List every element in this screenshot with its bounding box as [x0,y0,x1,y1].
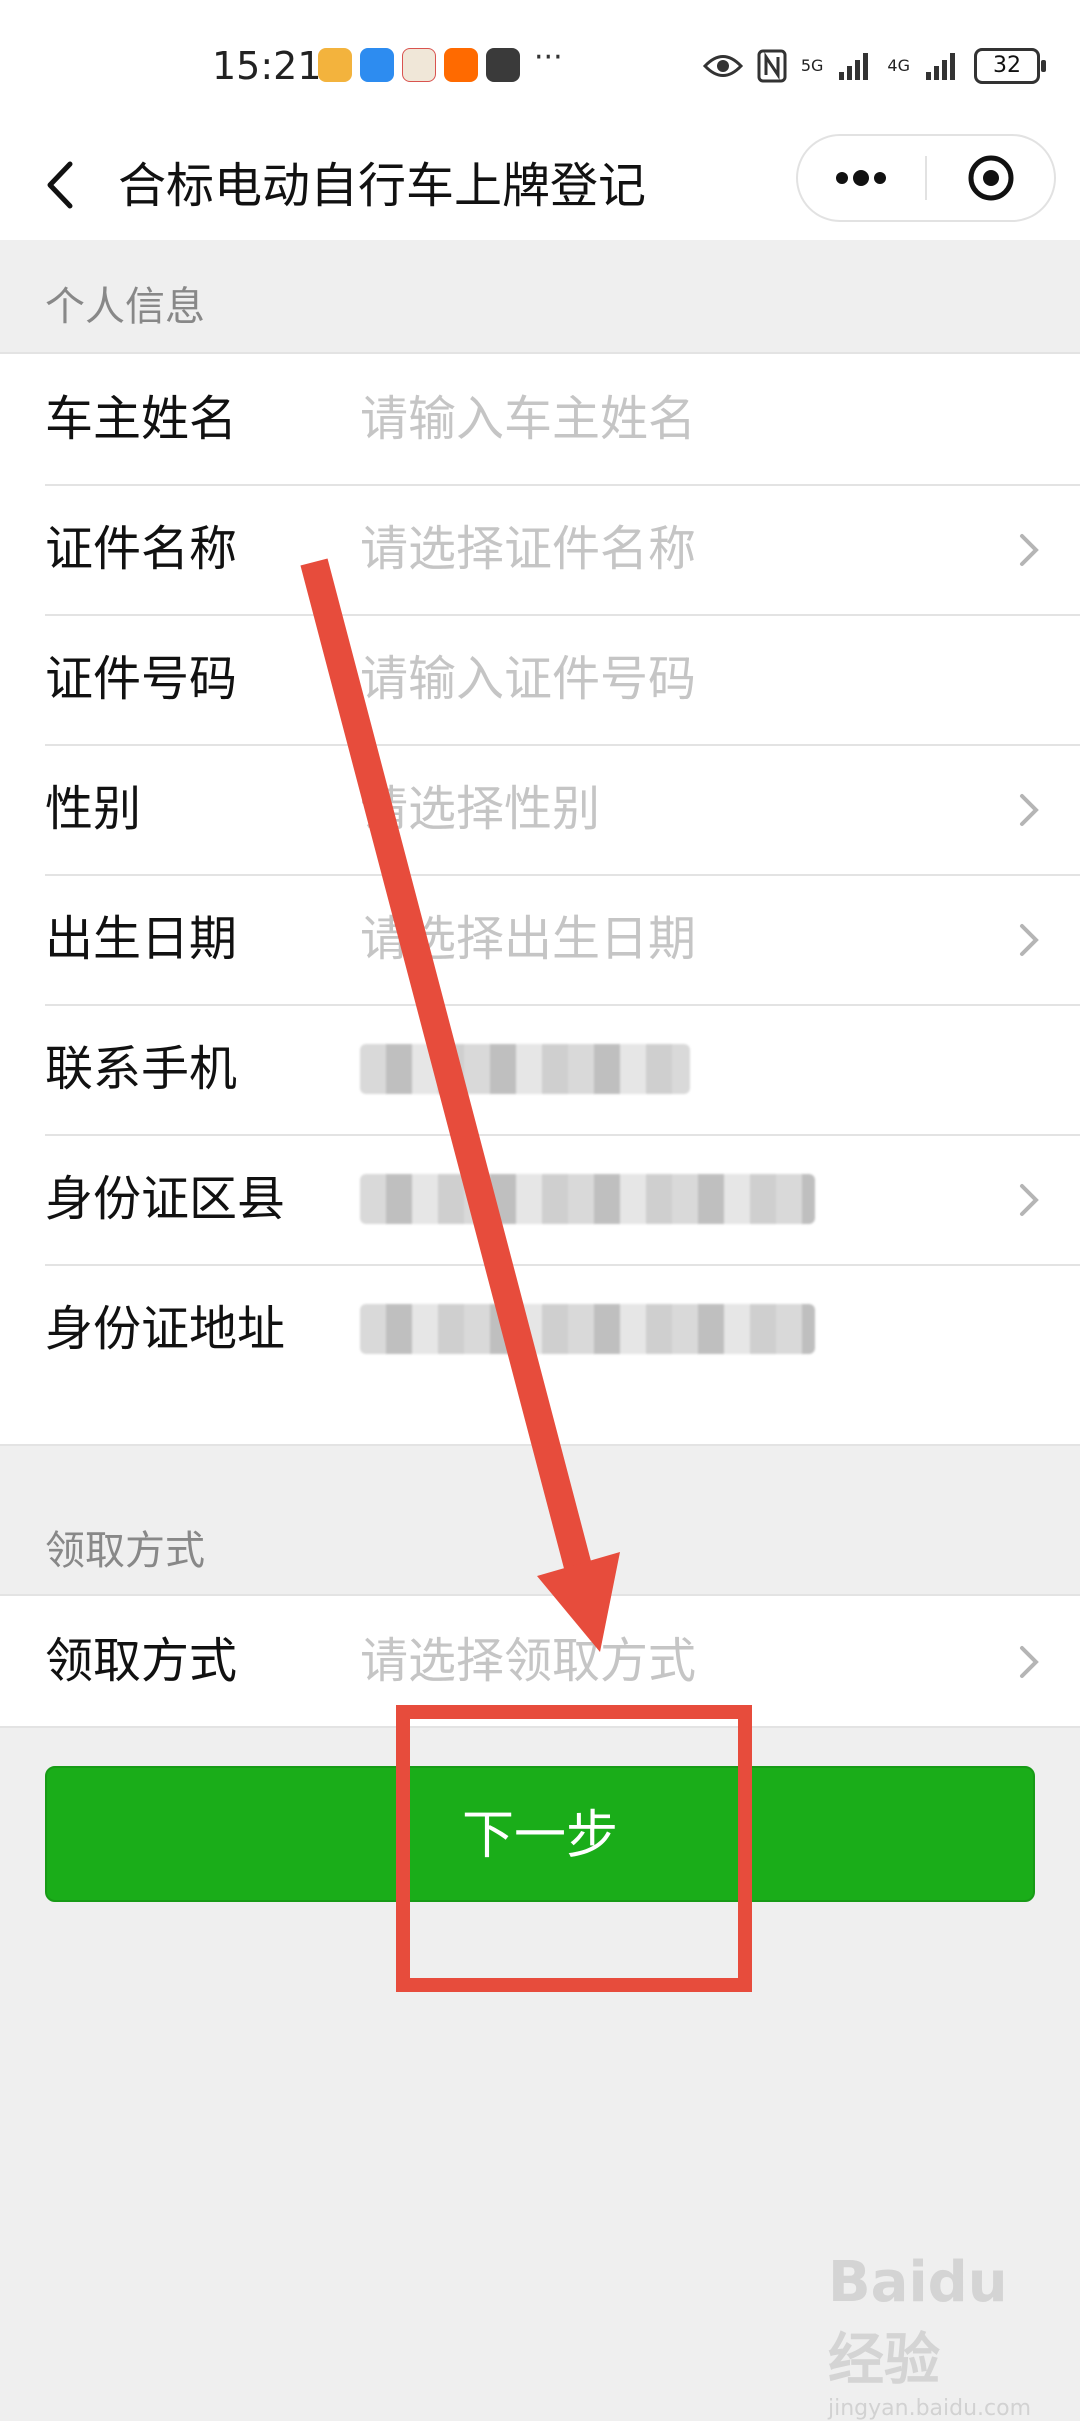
form-row-id-number[interactable]: 证件号码 请输入证件号码 [0,614,1080,744]
form-row-id-district[interactable]: 身份证区县 [0,1134,1080,1264]
row-label: 身份证地址 [45,1301,286,1357]
chevron-right-icon [1020,534,1039,566]
row-label: 车主姓名 [45,391,238,447]
page-title: 合标电动自行车上牌登记 [118,158,647,214]
back-button[interactable] [40,152,100,218]
form-row-gender[interactable]: 性别 请选择性别 [0,744,1080,874]
app-icon [402,48,436,82]
chevron-right-icon [1020,924,1039,956]
form-row-id-address[interactable]: 身份证地址 [0,1264,1080,1444]
pickup-method-select[interactable]: 请选择领取方式 [360,1630,696,1692]
weather-icon [360,48,394,82]
chevron-right-icon [1020,794,1039,826]
eye-icon [702,55,743,77]
signal-icon [926,53,955,80]
watermark-brand: Baidu经验 [828,2250,1008,2393]
battery-level: 32 [993,53,1021,78]
close-mini-program-button[interactable] [928,136,1054,220]
form-row-mobile[interactable]: 联系手机 [0,1004,1080,1134]
battery-icon: 32 [974,48,1046,84]
id-district-value-redacted[interactable] [360,1174,815,1224]
more-dots-icon [836,170,886,186]
network-4g-label: 4G [887,56,910,75]
weibo-icon [318,48,352,82]
taobao-icon [444,48,478,82]
status-right-group: 5G 4G 32 [702,48,1046,84]
form-row-birth-date[interactable]: 出生日期 请选择出生日期 [0,874,1080,1004]
birth-date-select[interactable]: 请选择出生日期 [360,908,696,970]
id-address-value-redacted[interactable] [360,1304,815,1354]
personal-info-list: 车主姓名 请输入车主姓名 证件名称 请选择证件名称 证件号码 请输入证件号码 性… [0,352,1080,1446]
section-title-personal: 个人信息 [45,284,205,330]
status-app-icons [318,48,520,82]
row-label: 领取方式 [45,1633,238,1689]
mobile-value-redacted[interactable] [360,1044,690,1094]
gender-select[interactable]: 请选择性别 [360,778,600,840]
row-label: 联系手机 [45,1041,238,1097]
watermark-url: jingyan.baidu.com [828,2396,1032,2421]
signal-icon [839,53,869,80]
owner-name-input[interactable]: 请输入车主姓名 [360,388,696,450]
row-label: 证件号码 [45,651,238,707]
row-label: 出生日期 [45,911,238,967]
capsule-divider [925,156,927,200]
target-icon [968,155,1014,201]
status-time: 15:21 [212,44,322,88]
more-button[interactable] [798,136,924,220]
nfc-icon [757,49,787,83]
huawei-icon [486,48,520,82]
section-title-pickup: 领取方式 [45,1528,205,1574]
nav-bar: 合标电动自行车上牌登记 [0,130,1080,240]
next-step-button[interactable]: 下一步 [45,1766,1035,1902]
pickup-list: 领取方式 请选择领取方式 [0,1594,1080,1728]
chevron-right-icon [1020,1184,1039,1216]
baidu-watermark: Baidu经验 jingyan.baidu.com [828,2250,1048,2421]
mini-program-capsule [796,134,1056,222]
chevron-right-icon [1020,1646,1039,1678]
chevron-left-icon [47,161,73,209]
form-row-pickup-method[interactable]: 领取方式 请选择领取方式 [0,1596,1080,1726]
id-type-select[interactable]: 请选择证件名称 [360,518,696,580]
status-bar: 15:21 ··· 5G 4G 32 [0,0,1080,130]
id-number-input[interactable]: 请输入证件号码 [360,648,696,710]
network-5g-label: 5G [800,56,824,75]
row-label: 身份证区县 [45,1171,286,1227]
status-more-indicator: ··· [534,40,563,75]
form-row-owner-name[interactable]: 车主姓名 请输入车主姓名 [0,354,1080,484]
row-label: 性别 [45,781,142,837]
row-label: 证件名称 [45,521,238,577]
form-row-id-type[interactable]: 证件名称 请选择证件名称 [0,484,1080,614]
